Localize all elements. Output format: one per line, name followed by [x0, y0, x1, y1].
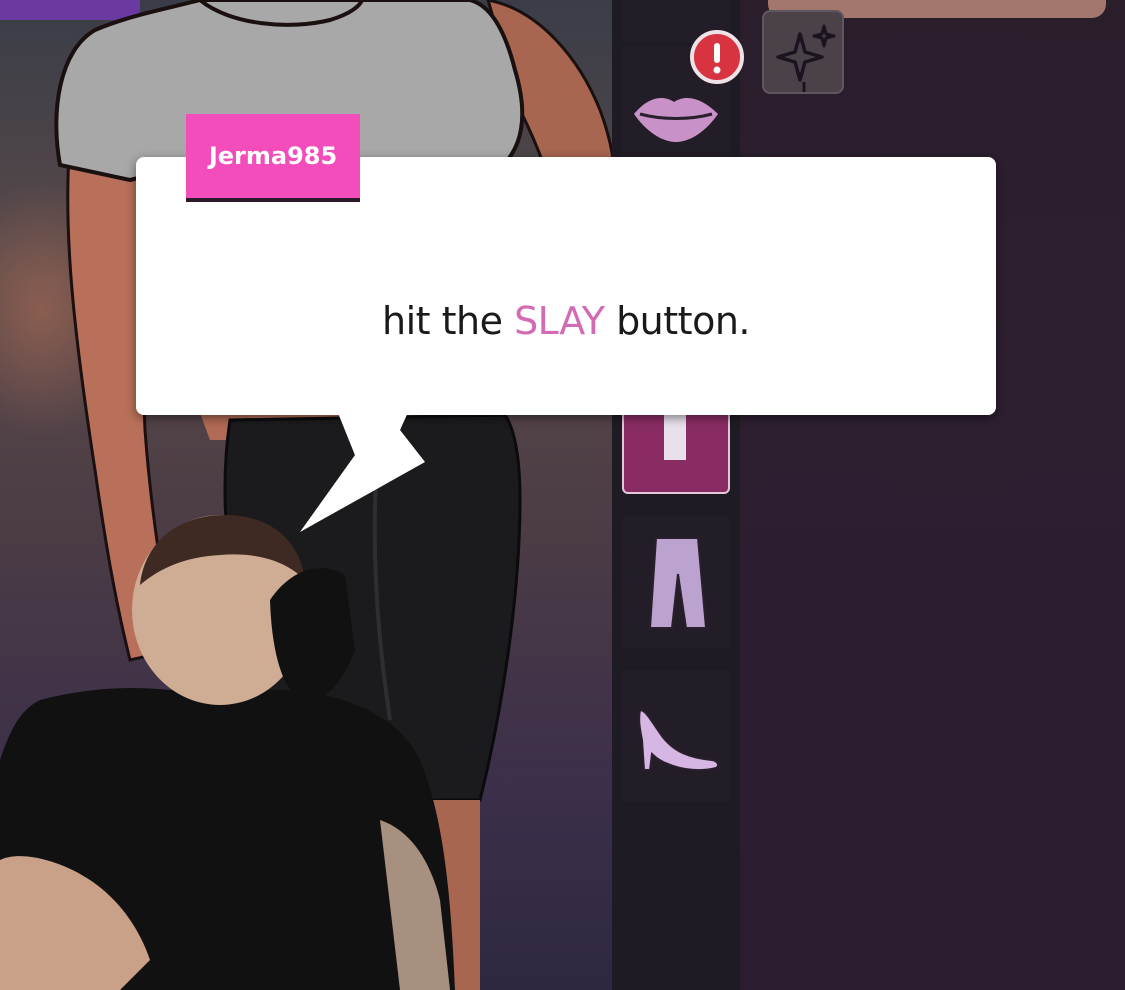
dialog-text-before: hit the [382, 299, 515, 343]
game-scene: hit the SLAY button. Jerma985 [0, 0, 1125, 990]
dialog-text-after: button. [604, 299, 750, 343]
speaker-name: Jerma985 [208, 142, 338, 170]
dialog-text: hit the SLAY button. [136, 299, 996, 343]
dialog-tail [300, 405, 425, 532]
dialog-keyword: SLAY [514, 299, 605, 343]
speaker-name-tag: Jerma985 [186, 114, 360, 198]
